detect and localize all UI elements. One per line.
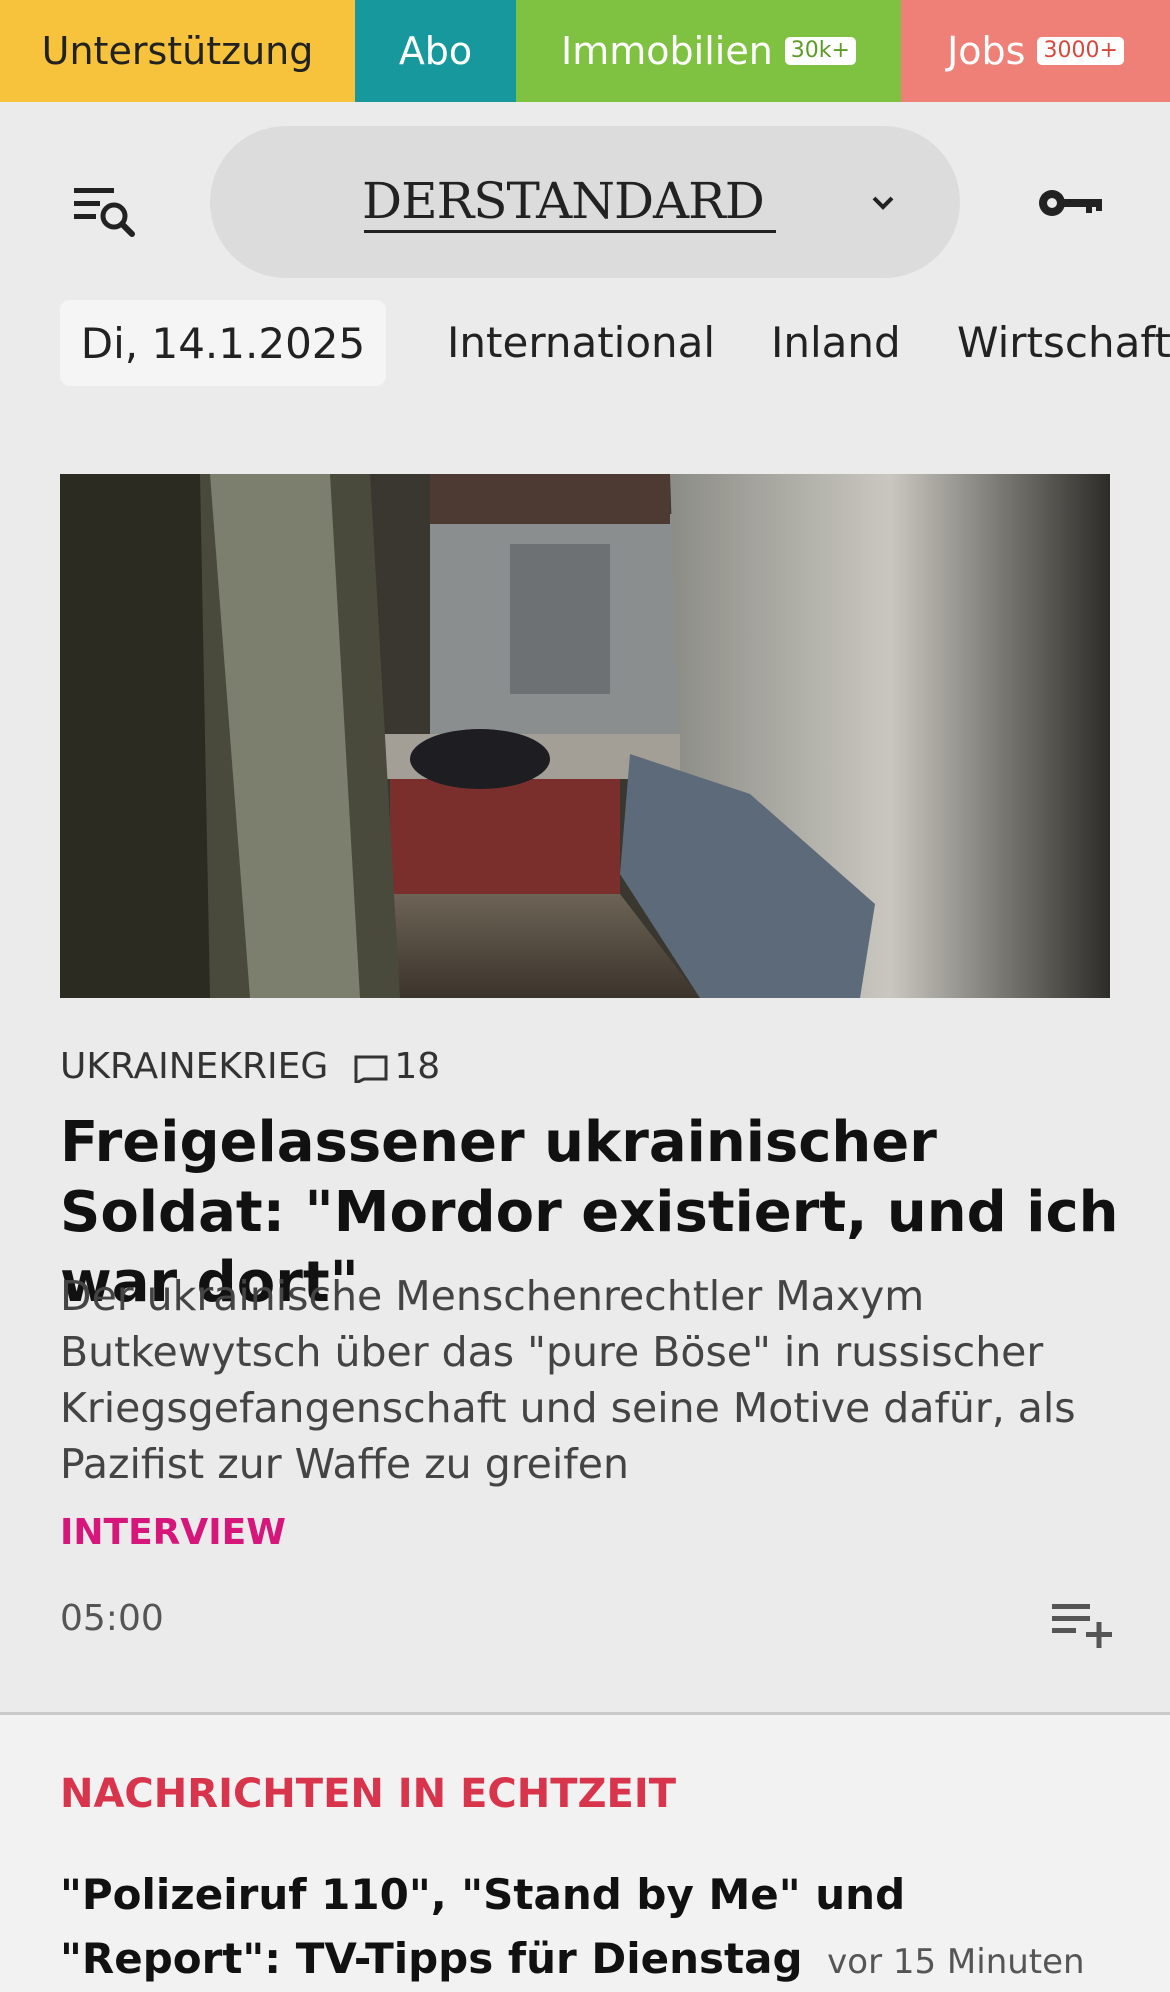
chevron-down-icon[interactable]	[868, 188, 898, 218]
abo-link[interactable]: Abo	[355, 0, 516, 102]
jobs-badge: 3000+	[1037, 36, 1124, 66]
live-news-title: "Polizeiruf 110", "Stand by Me" und "Rep…	[60, 1870, 906, 1983]
live-news-section: NACHRICHTEN IN ECHTZEIT "Polizeiruf 110"…	[0, 1715, 1170, 1992]
date-chip[interactable]: Di, 14.1.2025	[60, 300, 386, 386]
jobs-link[interactable]: Jobs 3000+	[901, 0, 1170, 102]
site-logo: DERSTANDARD	[362, 172, 765, 230]
immobilien-badge: 30k+	[784, 36, 856, 66]
comment-count[interactable]: 18	[394, 1046, 440, 1087]
support-label: Unterstützung	[41, 29, 314, 73]
article-tag: INTERVIEW	[60, 1512, 286, 1553]
abo-label: Abo	[398, 29, 473, 73]
menu-search-icon[interactable]	[72, 182, 138, 240]
live-news-item[interactable]: "Polizeiruf 110", "Stand by Me" und "Rep…	[60, 1863, 1130, 1992]
jobs-label: Jobs	[947, 29, 1026, 73]
live-section-title[interactable]: NACHRICHTEN IN ECHTZEIT	[60, 1771, 676, 1817]
site-header: DERSTANDARD	[0, 102, 1170, 302]
top-bar: Unterstützung Abo Immobilien 30k+ Jobs 3…	[0, 0, 1170, 102]
playlist-add-icon[interactable]	[1050, 1598, 1114, 1648]
comment-icon	[352, 1051, 390, 1086]
nav-item-international[interactable]: International	[447, 300, 715, 386]
logo-underline	[364, 230, 776, 233]
key-icon[interactable]	[1036, 182, 1106, 224]
article-time: 05:00	[60, 1598, 164, 1639]
immobilien-label: Immobilien	[561, 29, 773, 73]
live-news-time: vor 15 Minuten	[827, 1942, 1085, 1982]
article-hero-image[interactable]	[60, 474, 1110, 998]
article-category[interactable]: UKRAINEKRIEG	[60, 1046, 328, 1087]
nav-item-inland[interactable]: Inland	[771, 300, 901, 386]
immobilien-link[interactable]: Immobilien 30k+	[516, 0, 901, 102]
article-meta: UKRAINEKRIEG 18	[60, 1044, 440, 1088]
nav-item-wirtschaft[interactable]: Wirtschaft	[957, 300, 1170, 386]
logo-edition-switcher[interactable]: DERSTANDARD	[210, 126, 960, 278]
section-nav: Di, 14.1.2025 International Inland Wirts…	[0, 300, 1170, 388]
article-teaser[interactable]: Der ukrainische Menschenrechtler Maxym B…	[60, 1268, 1120, 1492]
support-link[interactable]: Unterstützung	[0, 0, 355, 102]
